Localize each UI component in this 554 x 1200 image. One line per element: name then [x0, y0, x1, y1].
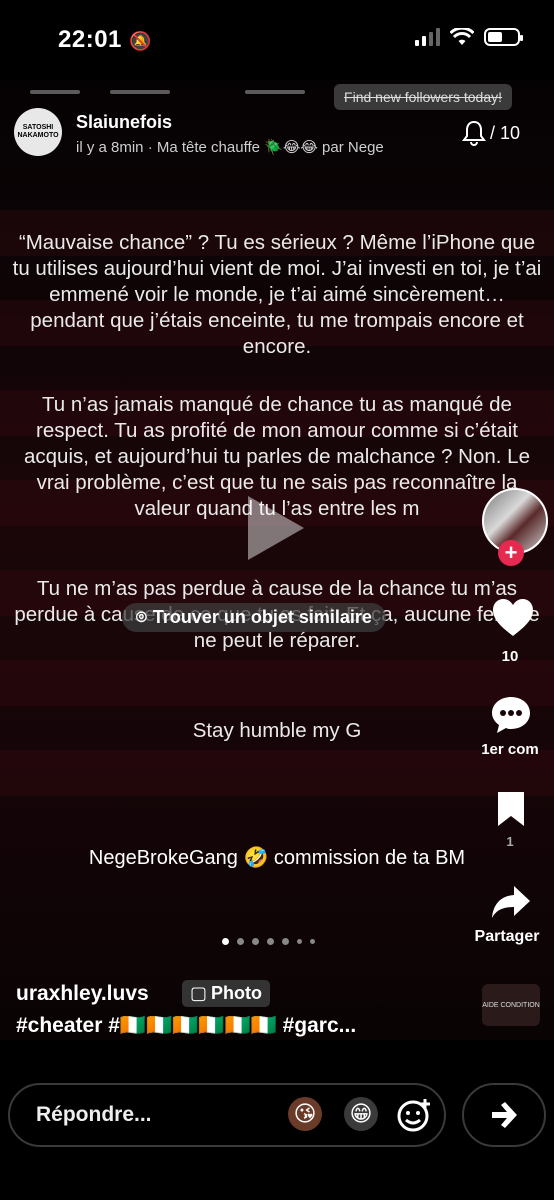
sound-thumbnail[interactable]: AIDE CONDITION — [482, 984, 540, 1026]
photo-icon: ▢ — [190, 983, 208, 1003]
bitmoji-2-icon[interactable]: 😁 — [344, 1097, 378, 1131]
play-icon[interactable] — [248, 496, 304, 560]
notification-button[interactable]: / 10 — [462, 120, 520, 146]
heart-icon[interactable] — [492, 598, 534, 638]
thumbnail-text: AIDE CONDITION — [482, 1001, 540, 1009]
signal-icon — [415, 28, 440, 46]
silent-bell-icon: 🔕 — [129, 31, 152, 51]
find-similar-button[interactable]: ⌾ Trouver un objet similaire — [122, 603, 386, 632]
photo-badge-label: Photo — [211, 983, 263, 1003]
story-paragraph-1: “Mauvaise chance” ? Tu es sérieux ? Même… — [12, 231, 542, 358]
carousel-dots — [222, 938, 315, 945]
likes-count: 10 — [501, 648, 519, 665]
follow-plus-icon[interactable]: + — [498, 540, 524, 566]
find-similar-label: Trouver un objet similaire — [152, 607, 372, 627]
author-username[interactable]: Slaiunefois — [76, 112, 172, 133]
post-username[interactable]: uraxhley.luvs — [16, 982, 149, 1006]
comments-label: 1er com — [481, 741, 539, 758]
share-label[interactable]: Partager — [467, 928, 547, 946]
battery-icon — [484, 28, 523, 46]
find-followers-banner[interactable]: Find new followers today! — [334, 84, 512, 110]
reply-placeholder[interactable]: Répondre... — [36, 1103, 152, 1127]
story-background — [0, 80, 554, 1040]
post-hashtags[interactable]: #cheater #🇨🇮🇨🇮🇨🇮🇨🇮🇨🇮🇨🇮 #garc... — [16, 1014, 356, 1038]
post-subline: il y a 8min · Ma tête chauffe 🪲😂😂 par Ne… — [76, 139, 384, 156]
photo-badge: ▢ Photo — [182, 980, 271, 1007]
notification-count: / 10 — [490, 122, 521, 143]
comment-icon[interactable] — [490, 695, 532, 735]
progress-segment — [110, 90, 170, 94]
progress-segment — [30, 90, 80, 94]
status-icons — [415, 28, 523, 46]
bitmoji-1-icon[interactable]: 😘 — [288, 1097, 322, 1131]
scan-icon: ⌾ — [136, 607, 147, 627]
progress-segment — [245, 90, 305, 94]
avatar-text: SATOSHI NAKAMOTO — [17, 124, 59, 139]
add-sticker-icon[interactable] — [396, 1097, 432, 1133]
story-paragraph-4: Stay humble my G — [192, 719, 362, 742]
send-arrow-icon — [492, 1102, 517, 1128]
status-time: 22:01 🔕 — [58, 26, 152, 53]
send-button[interactable] — [462, 1083, 546, 1147]
share-icon[interactable] — [490, 884, 532, 920]
author-avatar[interactable]: SATOSHI NAKAMOTO — [14, 108, 62, 156]
wifi-icon — [450, 28, 474, 45]
story-caption: NegeBrokeGang 🤣 commission de ta BM — [88, 847, 466, 869]
bookmark-icon[interactable] — [496, 790, 526, 828]
bell-icon — [462, 120, 486, 146]
